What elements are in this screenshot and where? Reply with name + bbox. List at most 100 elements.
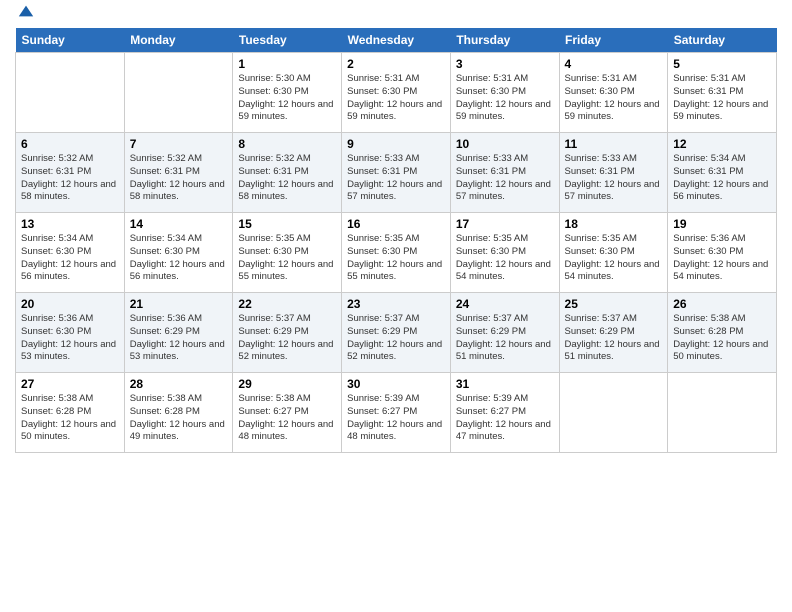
- day-info: Sunrise: 5:35 AMSunset: 6:30 PMDaylight:…: [456, 233, 554, 284]
- day-number: 20: [21, 297, 119, 311]
- day-number: 17: [456, 217, 554, 231]
- calendar-header-friday: Friday: [559, 28, 668, 53]
- day-number: 3: [456, 57, 554, 71]
- day-info: Sunrise: 5:39 AMSunset: 6:27 PMDaylight:…: [347, 393, 445, 444]
- calendar-week-3: 13Sunrise: 5:34 AMSunset: 6:30 PMDayligh…: [16, 213, 777, 293]
- day-number: 14: [130, 217, 228, 231]
- calendar-cell: [668, 373, 777, 453]
- calendar-header-saturday: Saturday: [668, 28, 777, 53]
- header: [15, 10, 777, 20]
- day-info: Sunrise: 5:38 AMSunset: 6:28 PMDaylight:…: [21, 393, 119, 444]
- calendar-header-sunday: Sunday: [16, 28, 125, 53]
- calendar-cell: 15Sunrise: 5:35 AMSunset: 6:30 PMDayligh…: [233, 213, 342, 293]
- calendar-cell: 29 Sunrise: 5:38 AMSunset: 6:27 PMDayligh…: [233, 373, 342, 453]
- day-info: Sunrise: 5:32 AMSunset: 6:31 PMDaylight:…: [21, 153, 119, 204]
- day-number: 5: [673, 57, 771, 71]
- calendar-cell: 3Sunrise: 5:31 AMSunset: 6:30 PMDaylight…: [450, 53, 559, 133]
- day-info: Sunrise: 5:35 AMSunset: 6:30 PMDaylight:…: [238, 233, 336, 284]
- day-number: 22: [238, 297, 336, 311]
- calendar-cell: 26 Sunrise: 5:38 AMSunset: 6:28 PMDayligh…: [668, 293, 777, 373]
- day-number: 29: [238, 377, 336, 391]
- day-info: Sunrise: 5:33 AMSunset: 6:31 PMDaylight:…: [347, 153, 445, 204]
- calendar-week-2: 6Sunrise: 5:32 AMSunset: 6:31 PMDaylight…: [16, 133, 777, 213]
- day-number: 12: [673, 137, 771, 151]
- day-number: 8: [238, 137, 336, 151]
- calendar-cell: 9 Sunrise: 5:33 AMSunset: 6:31 PMDaylight…: [342, 133, 451, 213]
- calendar-cell: [16, 53, 125, 133]
- calendar-cell: 1Sunrise: 5:30 AMSunset: 6:30 PMDaylight…: [233, 53, 342, 133]
- day-info: Sunrise: 5:37 AMSunset: 6:29 PMDaylight:…: [347, 313, 445, 364]
- calendar-cell: 14 Sunrise: 5:34 AMSunset: 6:30 PMDayligh…: [124, 213, 233, 293]
- day-number: 9: [347, 137, 445, 151]
- calendar-cell: 28Sunrise: 5:38 AMSunset: 6:28 PMDayligh…: [124, 373, 233, 453]
- calendar-cell: 22 Sunrise: 5:37 AMSunset: 6:29 PMDayligh…: [233, 293, 342, 373]
- day-info: Sunrise: 5:34 AMSunset: 6:30 PMDaylight:…: [130, 233, 228, 284]
- day-info: Sunrise: 5:35 AMSunset: 6:30 PMDaylight:…: [565, 233, 663, 284]
- calendar-cell: 25Sunrise: 5:37 AMSunset: 6:29 PMDayligh…: [559, 293, 668, 373]
- calendar-week-5: 27 Sunrise: 5:38 AMSunset: 6:28 PMDayligh…: [16, 373, 777, 453]
- calendar-cell: [559, 373, 668, 453]
- day-number: 27: [21, 377, 119, 391]
- calendar-header-tuesday: Tuesday: [233, 28, 342, 53]
- day-info: Sunrise: 5:36 AMSunset: 6:30 PMDaylight:…: [673, 233, 771, 284]
- day-info: Sunrise: 5:37 AMSunset: 6:29 PMDaylight:…: [565, 313, 663, 364]
- calendar-cell: 7 Sunrise: 5:32 AMSunset: 6:31 PMDaylight…: [124, 133, 233, 213]
- day-info: Sunrise: 5:36 AMSunset: 6:29 PMDaylight:…: [130, 313, 228, 364]
- calendar-cell: 31 Sunrise: 5:39 AMSunset: 6:27 PMDayligh…: [450, 373, 559, 453]
- logo: [15, 10, 35, 20]
- day-info: Sunrise: 5:34 AMSunset: 6:31 PMDaylight:…: [673, 153, 771, 204]
- calendar-cell: 2Sunrise: 5:31 AMSunset: 6:30 PMDaylight…: [342, 53, 451, 133]
- calendar-cell: 20 Sunrise: 5:36 AMSunset: 6:30 PMDayligh…: [16, 293, 125, 373]
- day-info: Sunrise: 5:32 AMSunset: 6:31 PMDaylight:…: [130, 153, 228, 204]
- calendar-cell: 5 Sunrise: 5:31 AMSunset: 6:31 PMDaylight…: [668, 53, 777, 133]
- day-info: Sunrise: 5:31 AMSunset: 6:31 PMDaylight:…: [673, 73, 771, 124]
- day-info: Sunrise: 5:32 AMSunset: 6:31 PMDaylight:…: [238, 153, 336, 204]
- day-info: Sunrise: 5:35 AMSunset: 6:30 PMDaylight:…: [347, 233, 445, 284]
- day-info: Sunrise: 5:38 AMSunset: 6:28 PMDaylight:…: [673, 313, 771, 364]
- day-info: Sunrise: 5:37 AMSunset: 6:29 PMDaylight:…: [238, 313, 336, 364]
- calendar-cell: 16 Sunrise: 5:35 AMSunset: 6:30 PMDayligh…: [342, 213, 451, 293]
- day-info: Sunrise: 5:38 AMSunset: 6:27 PMDaylight:…: [238, 393, 336, 444]
- calendar-cell: [124, 53, 233, 133]
- calendar-header-row: SundayMondayTuesdayWednesdayThursdayFrid…: [16, 28, 777, 53]
- calendar-cell: 11Sunrise: 5:33 AMSunset: 6:31 PMDayligh…: [559, 133, 668, 213]
- calendar-cell: 19 Sunrise: 5:36 AMSunset: 6:30 PMDayligh…: [668, 213, 777, 293]
- day-info: Sunrise: 5:36 AMSunset: 6:30 PMDaylight:…: [21, 313, 119, 364]
- day-number: 2: [347, 57, 445, 71]
- logo-icon: [17, 2, 35, 20]
- calendar-week-4: 20 Sunrise: 5:36 AMSunset: 6:30 PMDayligh…: [16, 293, 777, 373]
- day-number: 10: [456, 137, 554, 151]
- calendar-cell: 4 Sunrise: 5:31 AMSunset: 6:30 PMDaylight…: [559, 53, 668, 133]
- day-number: 30: [347, 377, 445, 391]
- calendar-cell: 24 Sunrise: 5:37 AMSunset: 6:29 PMDayligh…: [450, 293, 559, 373]
- day-number: 24: [456, 297, 554, 311]
- day-number: 4: [565, 57, 663, 71]
- calendar-cell: 13Sunrise: 5:34 AMSunset: 6:30 PMDayligh…: [16, 213, 125, 293]
- page: SundayMondayTuesdayWednesdayThursdayFrid…: [0, 0, 792, 612]
- calendar-cell: 21 Sunrise: 5:36 AMSunset: 6:29 PMDayligh…: [124, 293, 233, 373]
- day-number: 21: [130, 297, 228, 311]
- day-info: Sunrise: 5:39 AMSunset: 6:27 PMDaylight:…: [456, 393, 554, 444]
- day-info: Sunrise: 5:37 AMSunset: 6:29 PMDaylight:…: [456, 313, 554, 364]
- calendar-cell: 6Sunrise: 5:32 AMSunset: 6:31 PMDaylight…: [16, 133, 125, 213]
- day-info: Sunrise: 5:31 AMSunset: 6:30 PMDaylight:…: [565, 73, 663, 124]
- calendar-table: SundayMondayTuesdayWednesdayThursdayFrid…: [15, 28, 777, 453]
- day-number: 31: [456, 377, 554, 391]
- calendar-header-monday: Monday: [124, 28, 233, 53]
- day-number: 26: [673, 297, 771, 311]
- calendar-cell: 12 Sunrise: 5:34 AMSunset: 6:31 PMDayligh…: [668, 133, 777, 213]
- calendar-cell: 17 Sunrise: 5:35 AMSunset: 6:30 PMDayligh…: [450, 213, 559, 293]
- day-number: 1: [238, 57, 336, 71]
- day-info: Sunrise: 5:33 AMSunset: 6:31 PMDaylight:…: [456, 153, 554, 204]
- calendar-cell: 30 Sunrise: 5:39 AMSunset: 6:27 PMDayligh…: [342, 373, 451, 453]
- day-info: Sunrise: 5:33 AMSunset: 6:31 PMDaylight:…: [565, 153, 663, 204]
- calendar-cell: 18 Sunrise: 5:35 AMSunset: 6:30 PMDayligh…: [559, 213, 668, 293]
- day-number: 16: [347, 217, 445, 231]
- calendar-header-thursday: Thursday: [450, 28, 559, 53]
- day-number: 19: [673, 217, 771, 231]
- calendar-cell: 27 Sunrise: 5:38 AMSunset: 6:28 PMDayligh…: [16, 373, 125, 453]
- calendar-week-1: 1Sunrise: 5:30 AMSunset: 6:30 PMDaylight…: [16, 53, 777, 133]
- calendar-cell: 23Sunrise: 5:37 AMSunset: 6:29 PMDayligh…: [342, 293, 451, 373]
- day-number: 7: [130, 137, 228, 151]
- day-number: 18: [565, 217, 663, 231]
